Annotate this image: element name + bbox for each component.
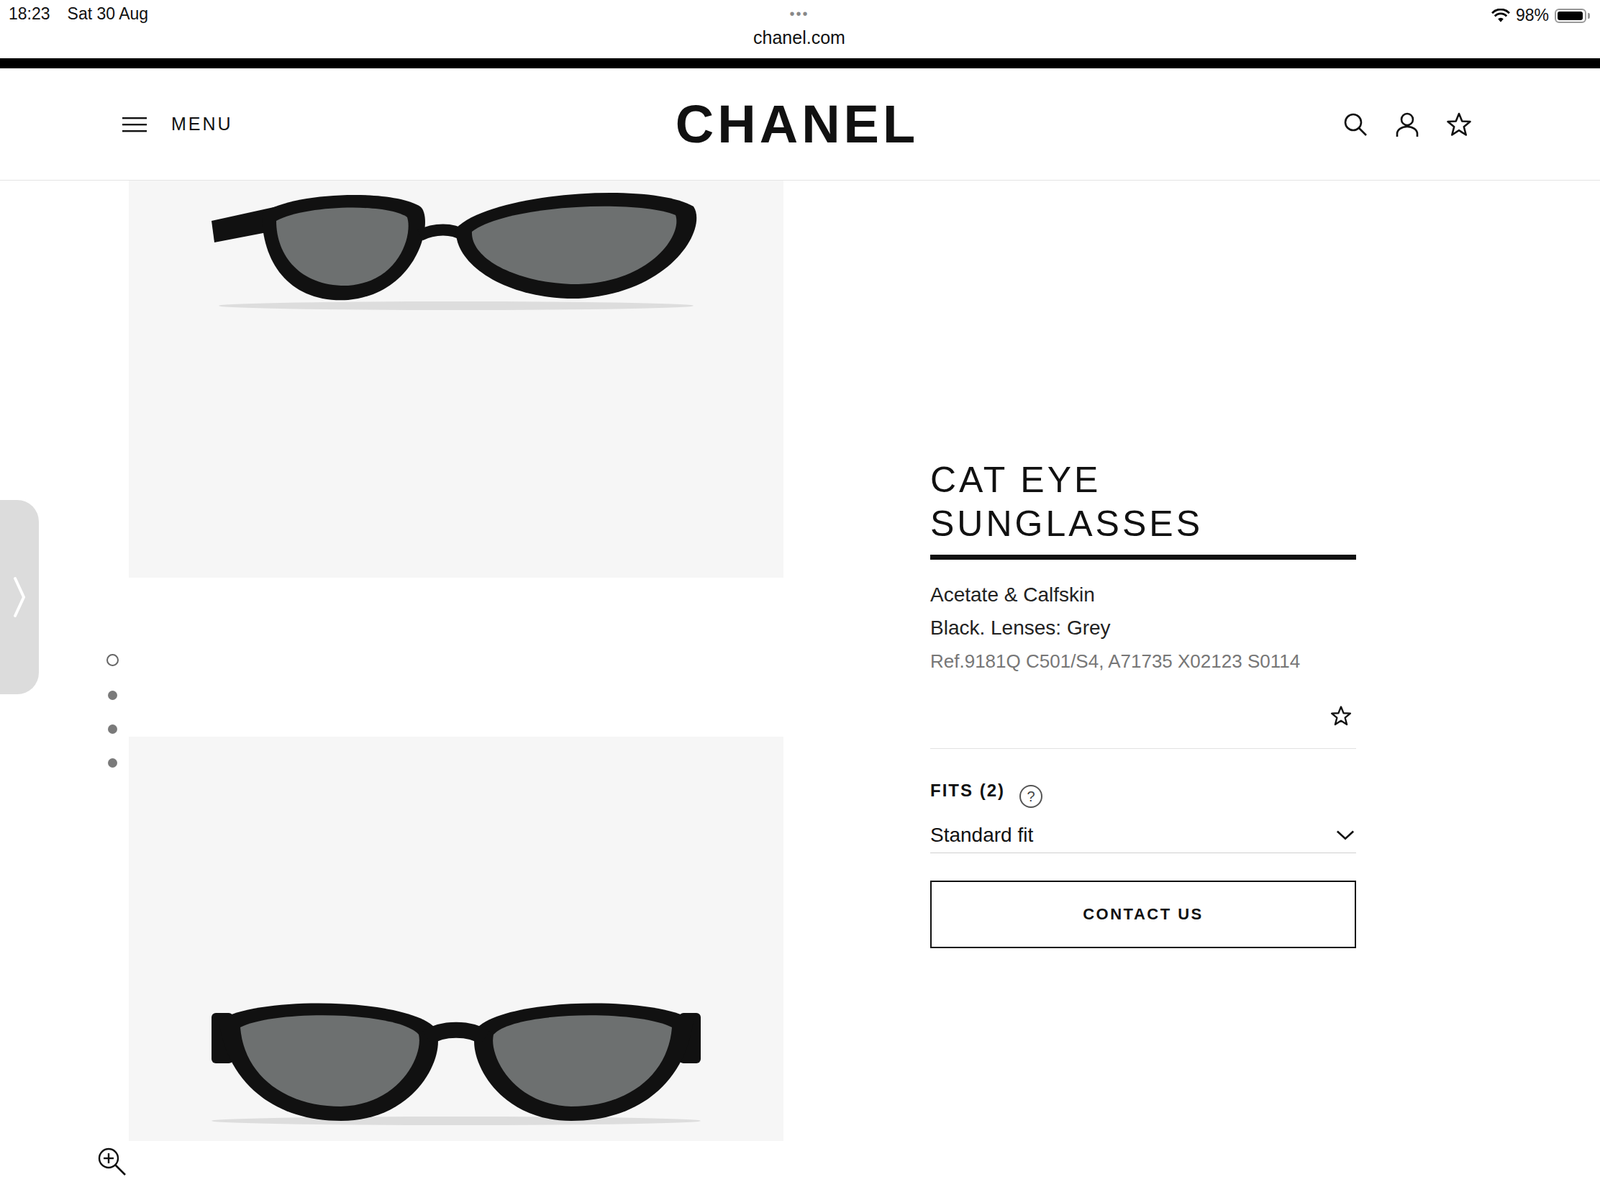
clock: 18:23 bbox=[8, 4, 51, 24]
fit-dropdown[interactable]: Standard fit bbox=[930, 823, 1357, 854]
colour: Black. Lenses: Grey bbox=[930, 611, 1357, 645]
chevron-down-icon bbox=[1335, 829, 1355, 842]
account-icon[interactable] bbox=[1394, 111, 1421, 138]
product-photo[interactable] bbox=[128, 180, 784, 578]
chanel-logo[interactable]: CHANEL bbox=[675, 97, 919, 152]
gallery-dot[interactable] bbox=[107, 724, 118, 734]
sunglasses-image bbox=[204, 998, 708, 1129]
gallery-dot[interactable] bbox=[106, 653, 119, 667]
title-rule bbox=[930, 554, 1357, 560]
gallery-dot[interactable] bbox=[107, 690, 118, 700]
wifi-icon bbox=[1491, 8, 1511, 24]
battery-icon bbox=[1554, 8, 1587, 24]
fits-help-button[interactable]: ? bbox=[1019, 784, 1043, 808]
contact-us-button[interactable]: CONTACT US bbox=[930, 880, 1357, 949]
chevron-right-icon bbox=[12, 575, 27, 619]
battery-percent: 98% bbox=[1515, 5, 1549, 26]
side-panel-handle[interactable] bbox=[0, 500, 39, 695]
page: 18:23 Sat 30 Aug ••• chanel.com 98% MENU… bbox=[0, 0, 1600, 1200]
address-url[interactable]: chanel.com bbox=[753, 24, 846, 51]
top-rule bbox=[0, 58, 1600, 69]
menu-button[interactable]: MENU bbox=[122, 113, 676, 135]
more-dots[interactable]: ••• bbox=[789, 2, 809, 25]
date: Sat 30 Aug bbox=[67, 4, 149, 24]
gallery-dot[interactable] bbox=[107, 758, 118, 768]
product-info: CAT EYESUNGLASSES Acetate & Calfskin Bla… bbox=[930, 180, 1357, 949]
sunglasses-image bbox=[204, 184, 708, 315]
status-bar: 18:23 Sat 30 Aug ••• chanel.com 98% bbox=[0, 0, 1600, 59]
zoom-icon[interactable] bbox=[96, 1146, 129, 1178]
gallery-dots bbox=[106, 653, 119, 768]
search-icon[interactable] bbox=[1342, 111, 1369, 138]
hamburger-icon bbox=[122, 115, 147, 134]
wishlist-star-icon[interactable] bbox=[1446, 111, 1472, 138]
product-title: CAT EYESUNGLASSES bbox=[930, 458, 1357, 547]
product-photo[interactable] bbox=[128, 736, 784, 1142]
fits-label: FITS (2) bbox=[930, 780, 1006, 801]
divider bbox=[930, 748, 1357, 749]
material: Acetate & Calfskin bbox=[930, 578, 1357, 612]
add-to-wishlist-star-icon[interactable] bbox=[1330, 705, 1352, 727]
reference: Ref.9181Q C501/S4, A71735 X02123 S0114 bbox=[930, 644, 1357, 678]
site-header: MENU CHANEL bbox=[0, 68, 1600, 181]
